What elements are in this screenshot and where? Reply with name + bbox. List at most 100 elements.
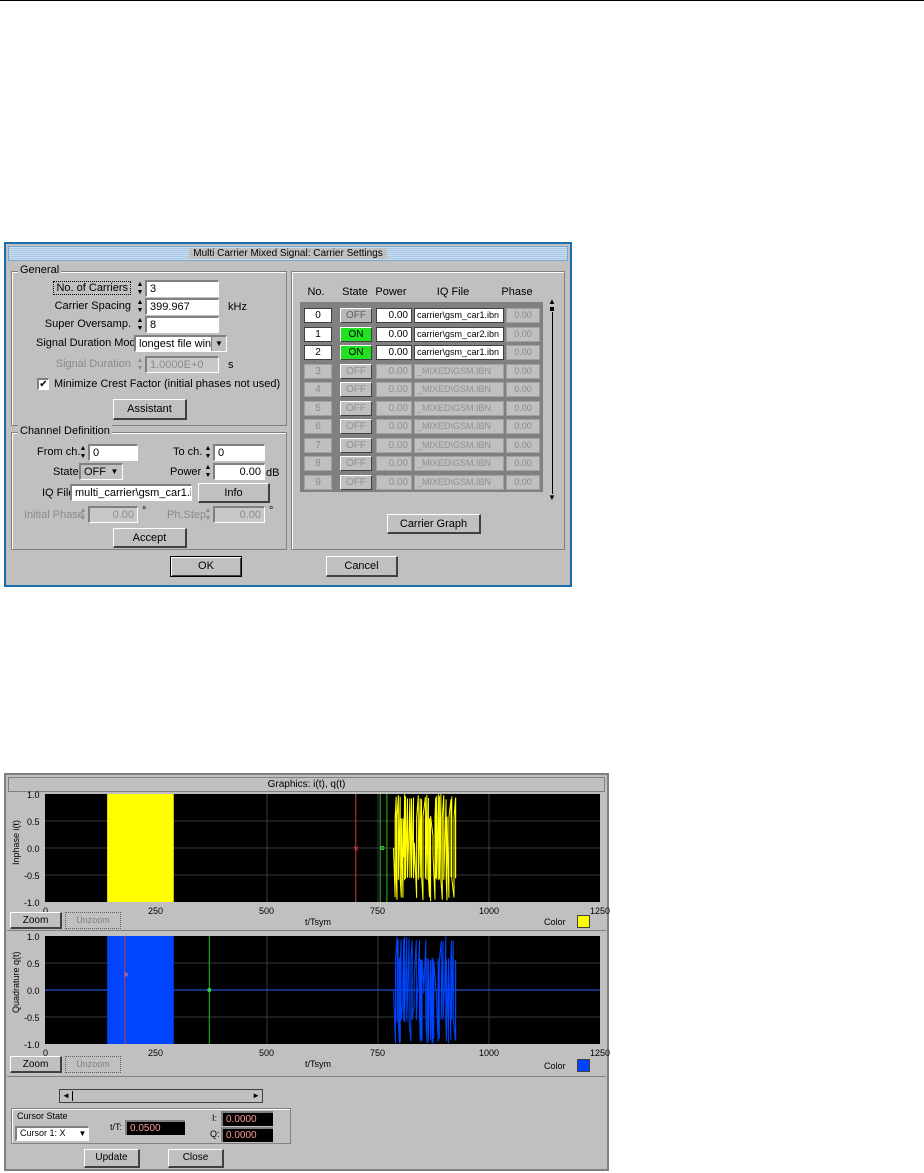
minimize-crest-checkbox[interactable]: ✔ — [37, 378, 49, 390]
cursor-select-value: Cursor 1: X — [20, 1128, 66, 1138]
cursor-state-label: Cursor State — [17, 1111, 68, 1121]
quadrature-unzoom-button: Unzoom — [65, 1056, 121, 1073]
carrier-row-power-field[interactable]: 0.00 — [376, 326, 412, 342]
carrier-row-number[interactable]: 0 — [304, 308, 332, 323]
quadrature-color-swatch[interactable] — [577, 1059, 590, 1072]
col-header-power: Power — [375, 286, 407, 298]
ok-button[interactable]: OK — [170, 556, 242, 577]
carrier-row-iq-file-field[interactable]: carrier\gsm_car2.ibn — [414, 326, 504, 342]
scroll-down-arrow-icon[interactable]: ▼ — [547, 494, 557, 502]
graphics-title: Graphics: i(t), q(t) — [263, 779, 350, 790]
from-ch-field[interactable]: 0 — [88, 444, 138, 461]
initial-phase-label: Initial Phase — [24, 509, 84, 521]
super-oversamp-spin-icon[interactable]: ▲ ▼ — [136, 317, 144, 333]
initial-phase-unit: ° — [142, 505, 147, 517]
carrier-row-iq-file-field: _MIXED\GSM.IBN — [414, 474, 504, 490]
carrier-row-state-toggle[interactable]: ON — [340, 345, 372, 360]
waveform-dense-burst — [107, 794, 174, 902]
carrier-row-number[interactable]: 2 — [304, 345, 332, 360]
quadrature-plot-area[interactable]: × — [45, 936, 600, 1044]
carrier-graph-button[interactable]: Carrier Graph — [387, 514, 481, 534]
cancel-button[interactable]: Cancel — [326, 556, 398, 577]
scroll-left-arrow-icon[interactable]: ◄ — [62, 1090, 70, 1102]
quadrature-ytick: -1.0 — [24, 1040, 40, 1050]
quadrature-zoom-button[interactable]: Zoom — [10, 1056, 62, 1073]
horizontal-scrollbar[interactable]: ◄ ► — [59, 1089, 263, 1103]
assistant-button[interactable]: Assistant — [113, 399, 187, 420]
inphase-ytick: 0.0 — [27, 844, 40, 854]
graphics-titlebar: Graphics: i(t), q(t) — [8, 777, 605, 792]
carrier-spacing-spin-icon[interactable]: ▲ ▼ — [136, 299, 144, 315]
scroll-thumb[interactable] — [550, 307, 554, 311]
ph-step-spin-icon: ▲ ▼ — [204, 507, 212, 522]
channel-definition-group: Channel Definition From ch. ▲ ▼ 0 To ch. … — [11, 425, 287, 550]
inphase-ytick: 1.0 — [27, 790, 40, 800]
carrier-row-phase-field: 0.00 — [506, 474, 540, 490]
general-group-title: General — [18, 264, 62, 276]
carrier-spacing-field[interactable]: 399.967 — [145, 298, 219, 315]
scroll-up-arrow-icon[interactable]: ▲ — [547, 298, 557, 306]
to-ch-label: To ch. — [173, 446, 203, 458]
cursor-select[interactable]: Cursor 1: X ▼ — [15, 1126, 89, 1141]
carrier-row-state-toggle: OFF — [340, 437, 372, 453]
carrier-row-number[interactable]: 1 — [304, 326, 332, 342]
info-button[interactable]: Info — [198, 483, 270, 503]
inphase-xlabel: t/Tsym — [305, 917, 331, 927]
carrier-row-number: 7 — [304, 437, 332, 453]
state-select[interactable]: OFF ▼ — [79, 463, 123, 480]
ph-step-label: Ph.Step — [167, 509, 207, 521]
carrier-settings-dialog: Multi Carrier Mixed Signal: Carrier Sett… — [4, 242, 572, 587]
update-button[interactable]: Update — [84, 1149, 140, 1168]
power-field[interactable]: 0.00 — [213, 463, 265, 480]
carrier-row-power-field[interactable]: 0.00 — [376, 308, 412, 323]
power-spin-icon[interactable]: ▲ ▼ — [204, 464, 212, 480]
inphase-plot-area[interactable]: × — [45, 794, 600, 902]
inphase-xtick: 1250 — [590, 906, 611, 916]
inphase-ytick: -0.5 — [24, 871, 40, 881]
state-label: State — [53, 466, 79, 478]
inphase-unzoom-button: Unzoom — [65, 912, 121, 929]
inphase-color-swatch[interactable] — [577, 915, 590, 928]
num-carriers-spin-icon[interactable]: ▲ ▼ — [136, 281, 144, 297]
chevron-down-icon[interactable]: ▼ — [77, 1128, 88, 1139]
carrier-row-number: 4 — [304, 382, 332, 397]
accept-button[interactable]: Accept — [113, 528, 187, 548]
scroll-right-arrow-icon[interactable]: ► — [252, 1090, 260, 1102]
inphase-ytick: 0.5 — [27, 817, 40, 827]
close-button[interactable]: Close — [168, 1149, 224, 1168]
carrier-row-phase-field: 0.00 — [506, 326, 540, 342]
carrier-row-state-toggle[interactable]: ON — [340, 326, 372, 342]
quadrature-color-label: Color — [544, 1061, 566, 1071]
chevron-down-icon[interactable]: ▼ — [107, 465, 122, 479]
iq-file-field[interactable]: multi_carrier\gsm_car1.ibn — [70, 484, 192, 501]
to-ch-field[interactable]: 0 — [213, 444, 265, 461]
quadrature-xtick: 250 — [148, 1048, 164, 1058]
scroll-thumb[interactable] — [72, 1091, 73, 1101]
cursor-t-label: t/T: — [110, 1122, 123, 1132]
inphase-xtick: 1000 — [479, 906, 500, 916]
num-carriers-field[interactable]: 3 — [145, 280, 219, 297]
quadrature-ytick: 1.0 — [27, 932, 40, 942]
carrier-row-state-toggle: OFF — [340, 363, 372, 379]
carrier-table-scrollbar[interactable]: ▲ ▼ — [547, 298, 557, 502]
cursor-i-value: 0.0000 — [221, 1111, 273, 1126]
carrier-row-iq-file-field[interactable]: carrier\gsm_car1.ibn — [414, 345, 504, 360]
quadrature-xlabel: t/Tsym — [305, 1059, 331, 1069]
inphase-zoom-button[interactable]: Zoom — [10, 912, 62, 929]
super-oversamp-field[interactable]: 8 — [145, 316, 219, 333]
carrier-row-power-field[interactable]: 0.00 — [376, 345, 412, 360]
signal-duration-mode-select[interactable]: longest file wins ▼ — [134, 335, 227, 352]
from-ch-label: From ch. — [37, 446, 81, 458]
super-oversamp-label: Super Oversamp. — [44, 318, 131, 330]
quadrature-xtick: 1250 — [590, 1048, 611, 1058]
carrier-row-state-toggle[interactable]: OFF — [340, 308, 372, 323]
inphase-xtick: 750 — [370, 906, 386, 916]
cursor-1-marker: × — [123, 970, 130, 979]
from-ch-spin-icon[interactable]: ▲ ▼ — [79, 445, 87, 461]
carrier-row-iq-file-field[interactable]: carrier\gsm_car1.ibn — [414, 308, 504, 323]
carrier-row-power-field: 0.00 — [376, 474, 412, 490]
power-unit: dB — [266, 467, 280, 479]
carrier-row-phase-field: 0.00 — [506, 308, 540, 323]
chevron-down-icon[interactable]: ▼ — [211, 337, 226, 351]
to-ch-spin-icon[interactable]: ▲ ▼ — [204, 445, 212, 461]
